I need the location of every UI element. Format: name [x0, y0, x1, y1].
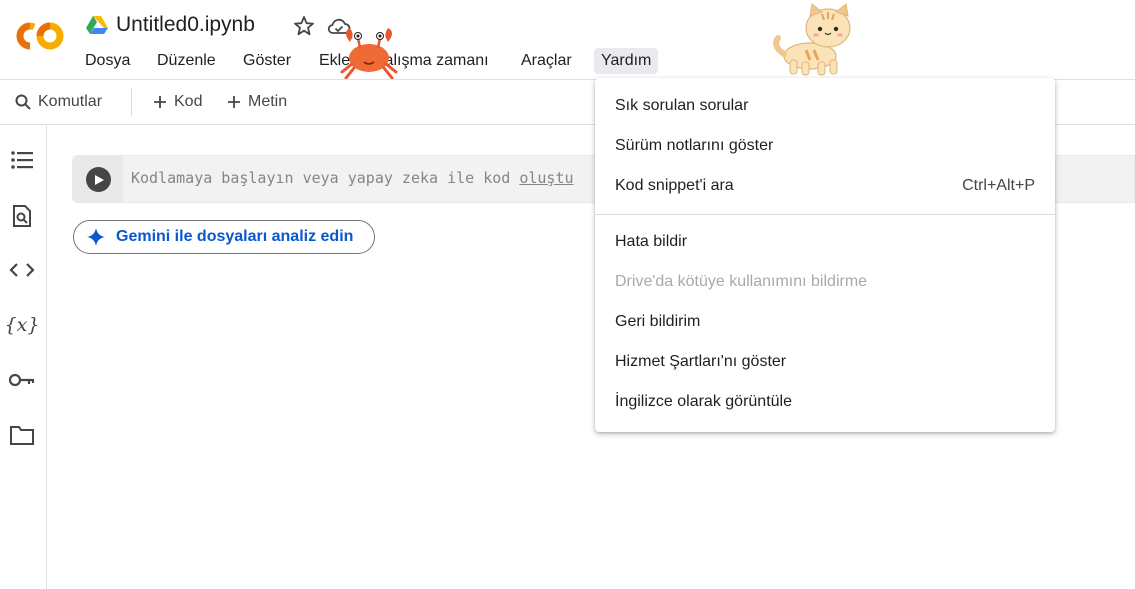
run-cell-button[interactable] [86, 167, 111, 192]
help-item-label: Kod snippet'i ara [615, 177, 734, 194]
search-icon [15, 94, 31, 110]
help-item-label: Drive'da kötüye kullanımını bildirme [615, 273, 868, 290]
find-icon[interactable] [8, 202, 36, 230]
help-item-report-bug[interactable]: Hata bildir [595, 222, 1055, 262]
toolbar-divider [131, 88, 132, 116]
placeholder-text: Kodlamaya başlayın veya yapay zeka ile k… [131, 169, 520, 187]
files-folder-icon[interactable] [8, 421, 36, 449]
add-text-button[interactable]: Metin [226, 80, 287, 124]
help-item-label: Geri bildirim [615, 313, 701, 330]
keyboard-shortcut: Ctrl+Alt+P [962, 177, 1035, 194]
help-item-report-drive-abuse: Drive'da kötüye kullanımını bildirme [595, 262, 1055, 302]
variables-glyph: {x} [4, 314, 40, 336]
star-icon[interactable] [292, 14, 316, 38]
variables-icon[interactable]: {x} [5, 311, 40, 339]
help-item-faq[interactable]: Sık sorulan sorular [595, 86, 1055, 126]
menu-tools[interactable]: Araçlar [514, 48, 579, 74]
help-item-release-notes[interactable]: Sürüm notlarını göster [595, 126, 1055, 166]
commands-button[interactable]: Komutlar [14, 80, 102, 124]
menu-edit[interactable]: Düzenle [150, 48, 223, 74]
help-item-terms-of-service[interactable]: Hizmet Şartları'nı göster [595, 342, 1055, 382]
gemini-analyze-label: Gemini ile dosyaları analiz edin [116, 228, 354, 245]
menu-help[interactable]: Yardım [594, 48, 659, 74]
play-icon [94, 174, 104, 185]
notebook-title[interactable]: Untitled0.ipynb [116, 13, 255, 37]
crab-sticker [336, 24, 402, 80]
table-of-contents-icon[interactable] [8, 146, 36, 174]
menu-file[interactable]: Dosya [78, 48, 137, 74]
generate-link[interactable]: oluştu [519, 169, 573, 187]
help-item-view-in-english[interactable]: İngilizce olarak görüntüle [595, 382, 1055, 422]
help-dropdown-menu: Sık sorulan sorular Sürüm notlarını göst… [595, 78, 1055, 432]
gemini-sparkle-icon [87, 228, 105, 246]
help-item-label: İngilizce olarak görüntüle [615, 393, 792, 410]
cell-placeholder[interactable]: Kodlamaya başlayın veya yapay zeka ile k… [131, 169, 574, 187]
code-snippets-icon[interactable] [8, 256, 36, 284]
add-text-label: Metin [248, 93, 288, 110]
help-item-label: Sık sorulan sorular [615, 97, 749, 114]
left-sidebar: {x} [0, 125, 47, 589]
add-code-button[interactable]: Kod [152, 80, 202, 124]
plus-icon [228, 96, 240, 108]
colab-logo[interactable] [14, 18, 66, 54]
menu-divider [595, 214, 1055, 215]
help-item-search-snippets[interactable]: Kod snippet'i ara Ctrl+Alt+P [595, 166, 1055, 206]
cat-sticker [766, 2, 862, 78]
menu-view[interactable]: Göster [236, 48, 298, 74]
help-item-feedback[interactable]: Geri bildirim [595, 302, 1055, 342]
gemini-analyze-button[interactable]: Gemini ile dosyaları analiz edin [73, 220, 375, 254]
secrets-key-icon[interactable] [8, 366, 36, 394]
plus-icon [154, 96, 166, 108]
help-item-label: Sürüm notlarını göster [615, 137, 774, 154]
help-item-label: Hata bildir [615, 233, 688, 250]
help-item-label: Hizmet Şartları'nı göster [615, 353, 787, 370]
add-code-label: Kod [174, 93, 203, 110]
google-drive-icon[interactable] [86, 15, 108, 35]
commands-label: Komutlar [38, 93, 103, 110]
